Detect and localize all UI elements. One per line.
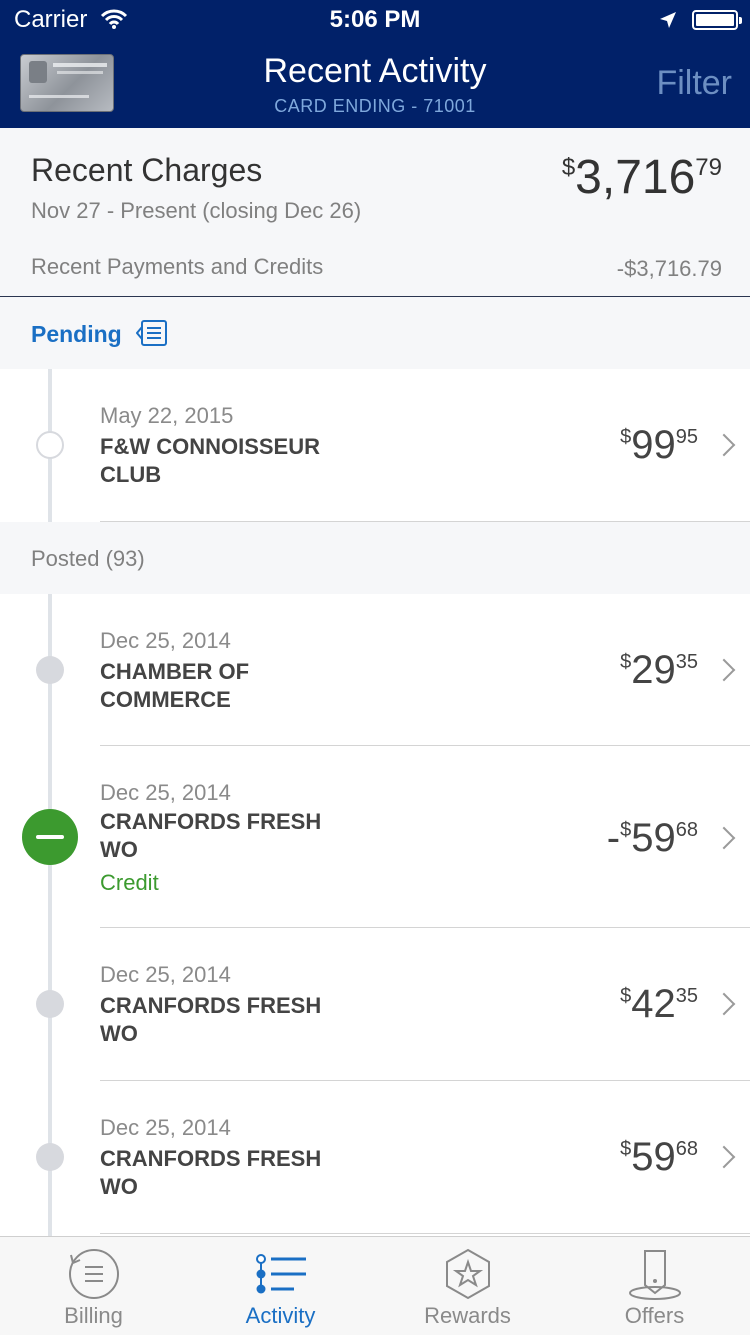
summary-period: Nov 27 - Present (closing Dec 26) bbox=[31, 198, 362, 223]
clock: 5:06 PM bbox=[329, 6, 421, 33]
battery-icon bbox=[692, 10, 742, 30]
filter-button[interactable]: Filter bbox=[656, 64, 732, 103]
payments-label: Recent Payments and Credits bbox=[31, 254, 324, 279]
charges-summary: Recent Charges Nov 27 - Present (closing… bbox=[0, 128, 750, 297]
transaction-row-pending[interactable]: May 22, 2015 F&W CONNOISSEUR CLUB $9995 bbox=[0, 369, 750, 522]
pending-dot-icon bbox=[36, 431, 64, 459]
merchant-name: CRANFORDS FRESH WO bbox=[100, 809, 322, 862]
transaction-amount: -$5968 bbox=[606, 816, 698, 860]
chevron-right-icon bbox=[712, 826, 736, 850]
rewards-icon bbox=[446, 1248, 490, 1300]
transaction-amount: $5968 bbox=[620, 1135, 698, 1179]
transaction-date: May 22, 2015 bbox=[100, 403, 234, 428]
merchant-name: F&W CONNOISSEUR CLUB bbox=[100, 434, 320, 487]
billing-icon bbox=[69, 1249, 119, 1299]
chevron-right-icon bbox=[712, 433, 736, 457]
posted-section-header: Posted (93) bbox=[0, 522, 750, 594]
timeline-dot-icon bbox=[36, 990, 64, 1018]
transaction-row[interactable]: Dec 25, 2014 CRANFORDS FRESH WO $5968 bbox=[0, 1081, 750, 1236]
transaction-amount: $2935 bbox=[620, 648, 698, 692]
transaction-amount: $4235 bbox=[620, 982, 698, 1026]
page-title: Recent Activity bbox=[263, 52, 487, 90]
transaction-date: Dec 25, 2014 bbox=[100, 780, 231, 805]
status-bar: Carrier 5:06 PM bbox=[0, 0, 750, 40]
pending-label[interactable]: Pending bbox=[31, 321, 122, 348]
transaction-amount: $9995 bbox=[620, 423, 698, 467]
credit-label: Credit bbox=[100, 870, 159, 895]
transaction-row[interactable]: Dec 25, 2014 CRANFORDS FRESH WO $4235 bbox=[0, 928, 750, 1081]
transaction-date: Dec 25, 2014 bbox=[100, 962, 231, 987]
tab-rewards[interactable]: Rewards bbox=[374, 1237, 561, 1335]
tab-label: Activity bbox=[245, 1303, 316, 1328]
payments-value: -$3,716.79 bbox=[616, 256, 722, 281]
offers-icon bbox=[629, 1250, 681, 1300]
chevron-right-icon bbox=[712, 658, 736, 682]
timeline-dot-icon bbox=[36, 1143, 64, 1171]
transaction-date: Dec 25, 2014 bbox=[100, 1115, 231, 1140]
tab-label: Rewards bbox=[424, 1303, 511, 1328]
merchant-name: CHAMBER OF COMMERCE bbox=[100, 659, 250, 712]
pending-info-icon[interactable] bbox=[136, 319, 168, 347]
transaction-row-credit[interactable]: Dec 25, 2014 CRANFORDS FRESH WO Credit -… bbox=[0, 746, 750, 928]
summary-title: Recent Charges bbox=[31, 152, 263, 188]
summary-amount: $3,71679 bbox=[561, 151, 722, 204]
merchant-name: CRANFORDS FRESH WO bbox=[100, 1146, 322, 1199]
tab-bar: Billing Activity Rewards Offers bbox=[0, 1236, 750, 1335]
top-bar: Carrier 5:06 PM Recent Activity CARD END… bbox=[0, 0, 750, 128]
transaction-date: Dec 25, 2014 bbox=[100, 628, 231, 653]
tab-offers[interactable]: Offers bbox=[561, 1237, 748, 1335]
activity-icon bbox=[256, 1254, 306, 1294]
tab-activity[interactable]: Activity bbox=[187, 1237, 374, 1335]
merchant-name: CRANFORDS FRESH WO bbox=[100, 993, 322, 1046]
chevron-right-icon bbox=[712, 992, 736, 1016]
transaction-row[interactable]: Dec 25, 2014 CHAMBER OF COMMERCE $2935 bbox=[0, 594, 750, 746]
tab-label: Billing bbox=[64, 1303, 123, 1328]
card-ending-subtitle: CARD ENDING - 71001 bbox=[274, 96, 476, 116]
timeline-dot-icon bbox=[36, 656, 64, 684]
location-arrow-icon bbox=[660, 12, 676, 28]
chevron-right-icon bbox=[712, 1145, 736, 1169]
pending-section-header: Pending bbox=[0, 297, 750, 369]
credit-minus-icon bbox=[22, 809, 78, 865]
tab-label: Offers bbox=[624, 1303, 685, 1328]
tab-billing[interactable]: Billing bbox=[0, 1237, 187, 1335]
posted-label: Posted (93) bbox=[31, 546, 145, 571]
